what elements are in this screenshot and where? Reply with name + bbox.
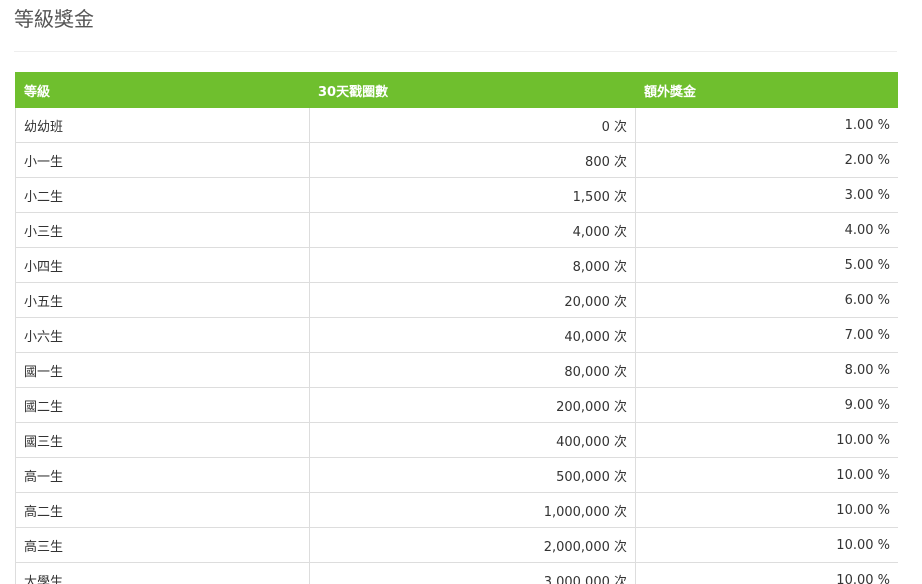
bonus-table: 等級 30天戳圈數 額外獎金 幼幼班 0 次 1.00 % 小一生 800 次 2.00 … [15,72,898,584]
cell-bonus: 7.00 % [635,317,898,353]
cell-level: 國一生 [15,352,310,388]
cell-level: 小三生 [15,212,310,248]
cell-bonus: 10.00 % [635,492,898,528]
header-count: 30天戳圈數 [309,72,636,108]
table-header-row: 等級 30天戳圈數 額外獎金 [15,72,898,108]
table-row: 國二生 200,000 次 9.00 % [15,387,898,423]
cell-bonus: 10.00 % [635,422,898,458]
table-row: 高一生 500,000 次 10.00 % [15,457,898,493]
table-row: 大學生 3,000,000 次 10.00 % [15,562,898,584]
cell-bonus: 8.00 % [635,352,898,388]
cell-level: 小二生 [15,177,310,213]
cell-bonus: 4.00 % [635,212,898,248]
cell-count: 400,000 次 [309,422,636,458]
cell-count: 0 次 [309,107,636,143]
cell-count: 200,000 次 [309,387,636,423]
cell-level: 大學生 [15,562,310,584]
page-title: 等級獎金 [14,7,94,31]
cell-bonus: 10.00 % [635,562,898,584]
table-row: 小四生 8,000 次 5.00 % [15,247,898,283]
cell-level: 小五生 [15,282,310,318]
cell-bonus: 9.00 % [635,387,898,423]
table-row: 小五生 20,000 次 6.00 % [15,282,898,318]
table-row: 國一生 80,000 次 8.00 % [15,352,898,388]
cell-level: 幼幼班 [15,107,310,143]
table-row: 幼幼班 0 次 1.00 % [15,107,898,143]
cell-count: 800 次 [309,142,636,178]
table-row: 高三生 2,000,000 次 10.00 % [15,527,898,563]
cell-count: 500,000 次 [309,457,636,493]
table-row: 國三生 400,000 次 10.00 % [15,422,898,458]
cell-level: 高一生 [15,457,310,493]
cell-level: 高三生 [15,527,310,563]
cell-bonus: 1.00 % [635,107,898,143]
cell-bonus: 5.00 % [635,247,898,283]
table-body: 幼幼班 0 次 1.00 % 小一生 800 次 2.00 % 小二生 1,500 次 3.00… [15,107,898,584]
cell-bonus: 10.00 % [635,457,898,493]
header-bonus: 額外獎金 [635,72,898,108]
cell-count: 2,000,000 次 [309,527,636,563]
cell-level: 小四生 [15,247,310,283]
cell-level: 高二生 [15,492,310,528]
table-row: 高二生 1,000,000 次 10.00 % [15,492,898,528]
cell-count: 1,500 次 [309,177,636,213]
table-row: 小一生 800 次 2.00 % [15,142,898,178]
cell-level: 小六生 [15,317,310,353]
cell-count: 8,000 次 [309,247,636,283]
table-row: 小六生 40,000 次 7.00 % [15,317,898,353]
cell-count: 20,000 次 [309,282,636,318]
cell-count: 80,000 次 [309,352,636,388]
cell-bonus: 2.00 % [635,142,898,178]
header-level: 等級 [15,72,310,108]
cell-count: 3,000,000 次 [309,562,636,584]
cell-level: 小一生 [15,142,310,178]
cell-level: 國三生 [15,422,310,458]
cell-count: 4,000 次 [309,212,636,248]
title-divider [14,51,897,52]
cell-count: 1,000,000 次 [309,492,636,528]
table-row: 小二生 1,500 次 3.00 % [15,177,898,213]
cell-count: 40,000 次 [309,317,636,353]
cell-level: 國二生 [15,387,310,423]
cell-bonus: 3.00 % [635,177,898,213]
table-row: 小三生 4,000 次 4.00 % [15,212,898,248]
cell-bonus: 6.00 % [635,282,898,318]
cell-bonus: 10.00 % [635,527,898,563]
bonus-table-container: 等級 30天戳圈數 額外獎金 幼幼班 0 次 1.00 % 小一生 800 次 2.00 … [15,72,898,584]
